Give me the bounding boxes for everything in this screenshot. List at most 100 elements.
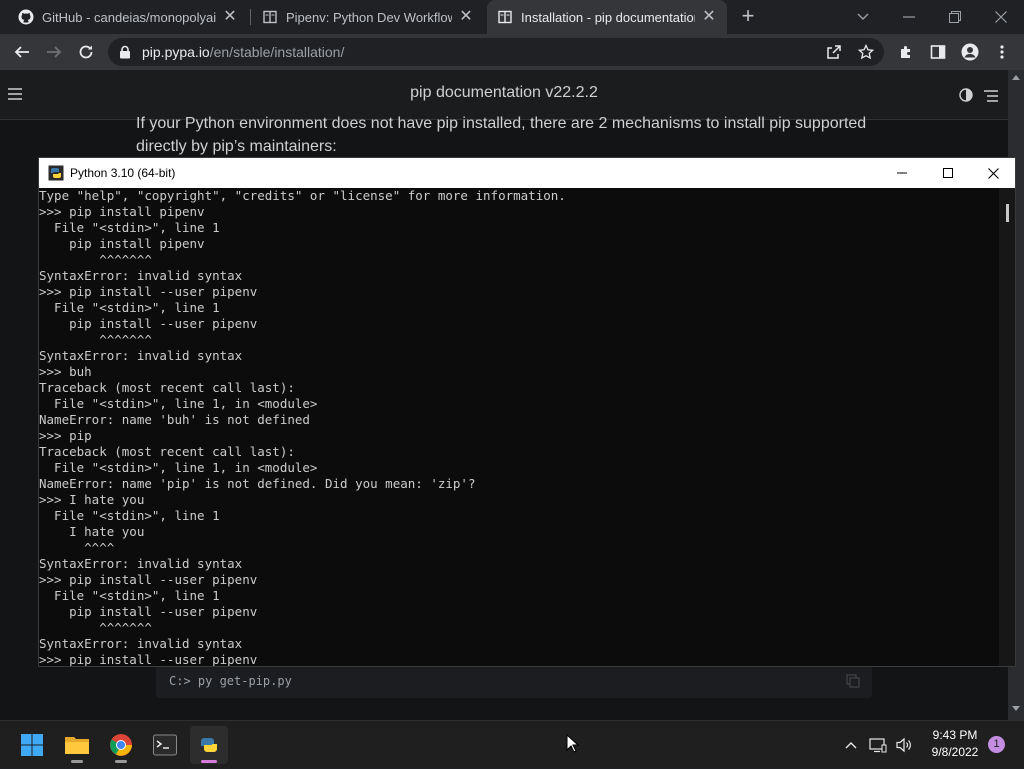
address-bar[interactable]: pip.pypa.io/en/stable/installation/	[108, 38, 884, 66]
console-line: NameError: name 'buh' is not defined	[39, 412, 310, 427]
clock-time: 9:43 PM	[932, 728, 978, 742]
share-icon[interactable]	[820, 38, 848, 66]
doc-intro-paragraph: If your Python environment does not have…	[136, 112, 896, 158]
notification-badge[interactable]: 1	[988, 736, 1005, 753]
console-line: Traceback (most recent call last):	[39, 444, 295, 459]
intro-line: directly by pip’s maintainers:	[136, 138, 337, 155]
tab-search-icon[interactable]	[840, 0, 886, 34]
reload-button[interactable]	[72, 38, 100, 66]
new-tab-button[interactable]: +	[736, 5, 760, 29]
running-indicator	[71, 760, 83, 763]
show-hidden-icons-chevron-icon[interactable]	[840, 721, 862, 769]
python-console-window: Python 3.10 (64-bit) Type "help", "copyr…	[38, 157, 1016, 667]
console-line: pip install --user pipenv	[39, 316, 258, 331]
terminal-icon	[153, 734, 177, 756]
console-line: File "<stdin>", line 1	[39, 508, 220, 523]
network-icon[interactable]	[866, 721, 890, 769]
close-tab-icon[interactable]: ✕	[222, 9, 238, 25]
lock-icon	[118, 45, 132, 59]
console-line: ^^^^	[39, 540, 115, 555]
console-line: pip install pipenv	[39, 236, 205, 251]
mouse-cursor-icon	[566, 734, 580, 753]
console-line: Traceback (most recent call last):	[39, 380, 295, 395]
copy-icon[interactable]	[846, 674, 860, 688]
code-command: C:> py get-pip.py	[169, 674, 292, 688]
code-block: C:> py get-pip.py	[156, 666, 872, 698]
tab-pipenv[interactable]: Pipenv: Python Dev Workflow for ✕	[252, 0, 484, 34]
tab-strip: GitHub - candeias/monopolyai: A ✕ Pipenv…	[0, 0, 1024, 34]
taskbar-file-explorer[interactable]	[58, 726, 96, 764]
console-line: >>> pip	[39, 428, 92, 443]
restore-button[interactable]	[932, 0, 978, 34]
console-title-bar[interactable]: Python 3.10 (64-bit)	[39, 158, 1015, 188]
running-indicator	[115, 760, 127, 763]
system-clock[interactable]: 9:43 PM 9/8/2022	[918, 727, 992, 761]
console-line: >>> pip install --user pipenv	[39, 572, 258, 587]
running-indicator	[201, 760, 217, 763]
bookmark-star-icon[interactable]	[852, 38, 880, 66]
console-output[interactable]: Type "help", "copyright", "credits" or "…	[39, 188, 999, 666]
console-line: SyntaxError: invalid syntax	[39, 556, 243, 571]
console-minimize-button[interactable]	[879, 158, 925, 188]
browser-toolbar: pip.pypa.io/en/stable/installation/	[0, 34, 1024, 70]
console-maximize-button[interactable]	[925, 158, 971, 188]
close-tab-icon[interactable]: ✕	[701, 9, 717, 25]
tab-github[interactable]: GitHub - candeias/monopolyai: A ✕	[8, 0, 248, 34]
console-window-title: Python 3.10 (64-bit)	[70, 166, 176, 180]
console-line: >>> pip install --user pipenv	[39, 652, 258, 666]
start-icon	[21, 734, 43, 756]
console-scrollbar[interactable]	[999, 188, 1015, 666]
back-button[interactable]	[8, 38, 36, 66]
scroll-up-arrow-icon[interactable]	[1012, 74, 1020, 80]
tab-pip-installation[interactable]: Installation - pip documentation ✕	[487, 0, 727, 34]
tab-title: Pipenv: Python Dev Workflow for	[286, 9, 452, 25]
python-icon	[48, 165, 64, 181]
python-icon	[201, 738, 217, 752]
console-line: File "<stdin>", line 1, in <module>	[39, 460, 318, 475]
doc-title[interactable]: pip documentation v22.2.2	[0, 84, 1008, 102]
console-line: ^^^^^^^	[39, 332, 152, 347]
console-line: SyntaxError: invalid syntax	[39, 348, 243, 363]
github-icon	[18, 9, 34, 25]
menu-kebab-icon[interactable]	[988, 38, 1016, 66]
theme-toggle-icon[interactable]	[959, 88, 973, 107]
book-icon	[262, 9, 278, 25]
console-close-button[interactable]	[970, 158, 1016, 188]
console-line: pip install --user pipenv	[39, 604, 258, 619]
extensions-icon[interactable]	[892, 38, 920, 66]
console-line: >>> pip install pipenv	[39, 204, 205, 219]
console-line: File "<stdin>", line 1	[39, 588, 220, 603]
taskbar: 9:43 PM 9/8/2022 1	[0, 720, 1024, 768]
scroll-down-arrow-icon[interactable]	[1012, 706, 1020, 712]
console-line: File "<stdin>", line 1	[39, 220, 220, 235]
tab-divider	[250, 9, 251, 25]
side-panel-icon[interactable]	[924, 38, 952, 66]
console-scroll-thumb[interactable]	[1006, 204, 1009, 222]
book-icon	[497, 9, 513, 25]
close-window-button[interactable]	[978, 0, 1024, 34]
profile-avatar-icon[interactable]	[956, 38, 984, 66]
console-line: File "<stdin>", line 1, in <module>	[39, 396, 318, 411]
url-host: pip.pypa.io	[142, 44, 210, 60]
taskbar-chrome[interactable]	[102, 726, 140, 764]
minimize-button[interactable]	[886, 0, 932, 34]
close-tab-icon[interactable]: ✕	[458, 9, 474, 25]
volume-icon[interactable]	[892, 721, 916, 769]
toc-menu-icon[interactable]	[984, 89, 998, 107]
console-line: >>> buh	[39, 364, 92, 379]
console-line: SyntaxError: invalid syntax	[39, 636, 243, 651]
chrome-icon	[110, 734, 132, 756]
console-line: >>> I hate you	[39, 492, 145, 507]
tab-title: Installation - pip documentation	[521, 9, 695, 25]
start-button[interactable]	[13, 726, 51, 764]
intro-line: If your Python environment does not have…	[136, 115, 867, 132]
file-explorer-icon	[65, 737, 89, 754]
taskbar-terminal[interactable]	[146, 726, 184, 764]
url-text: pip.pypa.io/en/stable/installation/	[142, 44, 344, 60]
console-line: SyntaxError: invalid syntax	[39, 268, 243, 283]
console-line: Type "help", "copyright", "credits" or "…	[39, 188, 566, 203]
forward-button[interactable]	[40, 38, 68, 66]
console-line: NameError: name 'pip' is not defined. Di…	[39, 476, 476, 491]
taskbar-python[interactable]	[190, 726, 228, 764]
url-path: /en/stable/installation/	[209, 44, 345, 60]
